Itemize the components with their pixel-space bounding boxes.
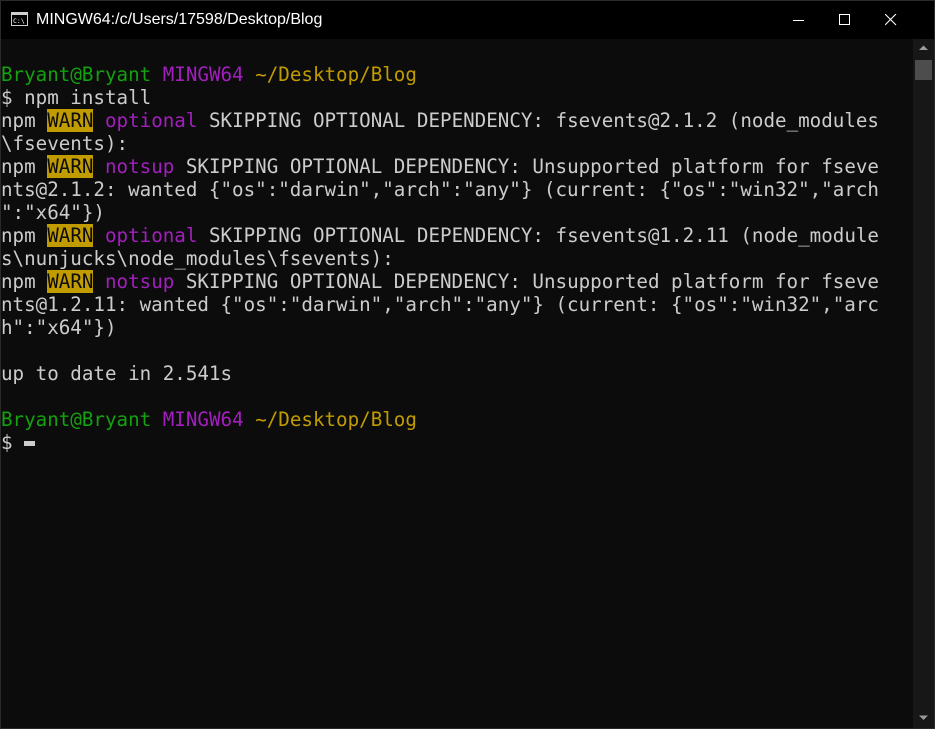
result-line: up to date in 2.541s bbox=[1, 362, 233, 385]
svg-text:C:\: C:\ bbox=[13, 17, 25, 25]
close-icon bbox=[885, 14, 897, 26]
warn-tag: notsup bbox=[105, 155, 175, 178]
prompt-host: MINGW64 bbox=[162, 63, 244, 86]
output-line: h":"x64"}) bbox=[1, 316, 913, 339]
prompt-user: Bryant@Bryant bbox=[1, 408, 152, 431]
warn-badge: WARN bbox=[47, 155, 94, 178]
vertical-scrollbar[interactable] bbox=[913, 39, 934, 728]
close-button[interactable] bbox=[868, 1, 914, 39]
prompt-path: ~/Desktop/Blog bbox=[255, 408, 417, 431]
output-line: npm WARN notsup SKIPPING OPTIONAL DEPEND… bbox=[1, 270, 913, 293]
terminal-window: C:\ MINGW64:/c/Users/17598/Desktop/Blog … bbox=[0, 0, 935, 729]
terminal-output[interactable]: Bryant@Bryant MINGW64 ~/Desktop/Blog $ n… bbox=[1, 63, 913, 723]
output-line: npm WARN notsup SKIPPING OPTIONAL DEPEND… bbox=[1, 155, 913, 178]
output-line: nts@1.2.11: wanted {"os":"darwin","arch"… bbox=[1, 293, 913, 316]
prompt-user: Bryant@Bryant bbox=[1, 63, 152, 86]
output-line: s\nunjucks\node_modules\fsevents): bbox=[1, 247, 913, 270]
output-text: ":"x64"}) bbox=[1, 201, 105, 224]
input-prompt: $ bbox=[1, 431, 25, 454]
output-text: SKIPPING OPTIONAL DEPENDENCY: Unsupporte… bbox=[174, 270, 879, 293]
scroll-up-button[interactable] bbox=[913, 39, 934, 58]
scroll-thumb[interactable] bbox=[915, 60, 932, 80]
warn-tag: optional bbox=[105, 224, 198, 247]
title-bar[interactable]: C:\ MINGW64:/c/Users/17598/Desktop/Blog bbox=[1, 1, 934, 39]
window-title: MINGW64:/c/Users/17598/Desktop/Blog bbox=[36, 11, 323, 28]
chevron-up-icon bbox=[919, 45, 928, 50]
output-line: npm WARN optional SKIPPING OPTIONAL DEPE… bbox=[1, 224, 913, 247]
output-text: SKIPPING OPTIONAL DEPENDENCY: Unsupporte… bbox=[174, 155, 879, 178]
npm-prefix: npm bbox=[1, 155, 48, 178]
console-icon[interactable]: C:\ bbox=[11, 12, 28, 26]
warn-badge: WARN bbox=[47, 270, 94, 293]
warn-badge: WARN bbox=[47, 109, 94, 132]
maximize-button[interactable] bbox=[822, 1, 868, 39]
prompt-line: Bryant@Bryant MINGW64 ~/Desktop/Blog bbox=[1, 63, 913, 86]
chevron-down-icon bbox=[919, 715, 928, 720]
prompt-line: Bryant@Bryant MINGW64 ~/Desktop/Blog bbox=[1, 408, 913, 431]
npm-output: npm WARN optional SKIPPING OPTIONAL DEPE… bbox=[1, 109, 913, 339]
warn-tag: optional bbox=[105, 109, 198, 132]
scroll-down-button[interactable] bbox=[913, 709, 934, 728]
input-line[interactable]: $ bbox=[1, 431, 913, 454]
text-cursor bbox=[24, 441, 36, 446]
prompt-host: MINGW64 bbox=[162, 408, 244, 431]
output-text: SKIPPING OPTIONAL DEPENDENCY: fsevents@2… bbox=[197, 109, 879, 132]
output-text: nts@1.2.11: wanted {"os":"darwin","arch"… bbox=[1, 293, 879, 316]
output-text: h":"x64"}) bbox=[1, 316, 117, 339]
npm-prefix: npm bbox=[1, 109, 48, 132]
npm-prefix: npm bbox=[1, 270, 48, 293]
output-line: ":"x64"}) bbox=[1, 201, 913, 224]
minimize-button[interactable] bbox=[776, 1, 822, 39]
warn-badge: WARN bbox=[47, 224, 94, 247]
output-line: \fsevents): bbox=[1, 132, 913, 155]
warn-tag: notsup bbox=[105, 270, 175, 293]
maximize-icon bbox=[839, 14, 850, 25]
output-line: npm WARN optional SKIPPING OPTIONAL DEPE… bbox=[1, 109, 913, 132]
output-text: s\nunjucks\node_modules\fsevents): bbox=[1, 247, 394, 270]
npm-prefix: npm bbox=[1, 224, 48, 247]
prompt-path: ~/Desktop/Blog bbox=[255, 63, 417, 86]
output-text: nts@2.1.2: wanted {"os":"darwin","arch":… bbox=[1, 178, 879, 201]
output-text: \fsevents): bbox=[1, 132, 129, 155]
minimize-icon bbox=[793, 20, 804, 21]
output-line: nts@2.1.2: wanted {"os":"darwin","arch":… bbox=[1, 178, 913, 201]
output-text: SKIPPING OPTIONAL DEPENDENCY: fsevents@1… bbox=[197, 224, 879, 247]
command-line: $ npm install bbox=[1, 86, 152, 109]
